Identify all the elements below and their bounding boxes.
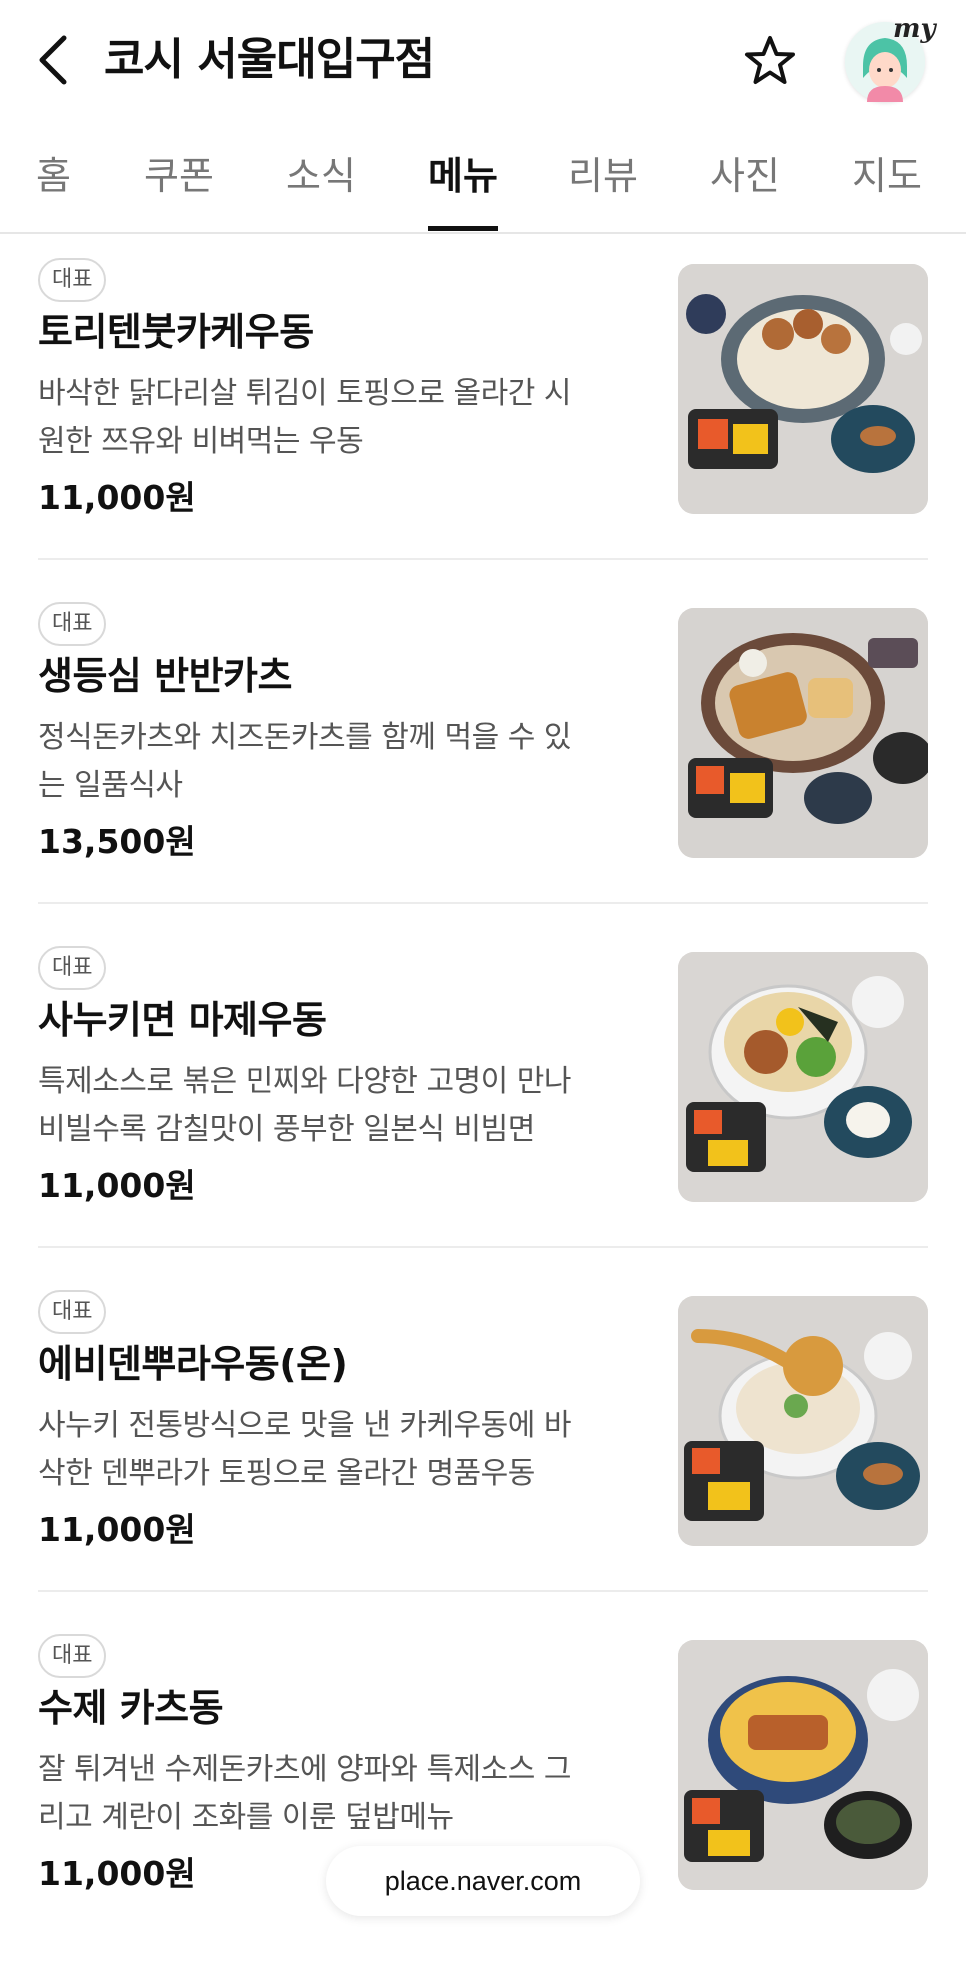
signature-badge: 대표 (38, 1634, 107, 1678)
menu-item[interactable]: 대표 사누키면 마제우동 특제소스로 볶은 민찌와 다양한 고명이 만나 비빌수록… (0, 946, 966, 1290)
menu-item-price: 11,000원 (38, 1510, 196, 1549)
star-icon[interactable] (740, 32, 800, 92)
tab-coupon[interactable]: 쿠폰 (144, 150, 214, 202)
tab-photo[interactable]: 사진 (710, 150, 780, 202)
tab-map[interactable]: 지도 (852, 150, 922, 202)
menu-item[interactable]: 대표 생등심 반반카츠 정식돈카츠와 치즈돈카츠를 함께 먹을 수 있는 일품식… (0, 602, 966, 946)
menu-item-name: 생등심 반반카츠 (38, 654, 292, 698)
menu-item-price: 11,000원 (38, 478, 196, 517)
tab-menu[interactable]: 메뉴 (428, 150, 498, 202)
menu-item-photo[interactable] (678, 1296, 928, 1546)
profile-avatar[interactable]: my (845, 14, 936, 102)
tab-news[interactable]: 소식 (286, 150, 356, 202)
menu-item-description: 잘 튀겨낸 수제돈카츠에 양파와 특제소스 그 리고 계란이 조화를 이룬 덮밥메… (38, 1752, 571, 1835)
signature-badge: 대표 (38, 946, 107, 990)
menu-item-description: 특제소스로 볶은 민찌와 다양한 고명이 만나 비빌수록 감칠맛이 풍부한 일본식… (38, 1064, 571, 1147)
tab-bar: 홈 쿠폰 소식 메뉴 리뷰 사진 지도 (0, 120, 966, 234)
menu-item-description: 바삭한 닭다리살 튀김이 토핑으로 올라간 시 원한 쯔유와 비벼먹는 우동 (38, 376, 571, 459)
menu-item-name: 에비덴뿌라우동(온) (38, 1342, 348, 1386)
menu-item-name: 수제 카츠동 (38, 1686, 224, 1730)
menu-item-photo[interactable] (678, 1640, 928, 1890)
page-title: 코시 서울대입구점 (104, 34, 435, 85)
signature-badge: 대표 (38, 602, 107, 646)
menu-item-description: 사누키 전통방식으로 맛을 낸 카케우동에 바 삭한 덴뿌라가 토핑으로 올라간 … (38, 1408, 571, 1491)
divider (38, 1590, 928, 1592)
url-pill[interactable]: place.naver.com (326, 1846, 640, 1916)
menu-item-price: 11,000원 (38, 1166, 196, 1205)
signature-badge: 대표 (38, 258, 107, 302)
menu-item-photo[interactable] (678, 264, 928, 514)
active-tab-indicator (428, 226, 498, 231)
menu-item-name: 토리텐붓카케우동 (38, 310, 314, 354)
divider (38, 902, 928, 904)
menu-item-description: 정식돈카츠와 치즈돈카츠를 함께 먹을 수 있는 일품식사 (38, 720, 571, 803)
menu-item-price: 11,000원 (38, 1854, 196, 1893)
menu-item-name: 사누키면 마제우동 (38, 998, 327, 1042)
menu-item[interactable]: 대표 에비덴뿌라우동(온) 사누키 전통방식으로 맛을 낸 카케우동에 바 삭한 … (0, 1290, 966, 1634)
menu-item-photo[interactable] (678, 608, 928, 858)
tab-home[interactable]: 홈 (36, 150, 71, 202)
menu-item-price: 13,500원 (38, 822, 196, 861)
divider (38, 1246, 928, 1248)
menu-item[interactable]: 대표 수제 카츠동 잘 튀겨낸 수제돈카츠에 양파와 특제소스 그 리고 계란이 … (0, 1634, 966, 1978)
chevron-left-icon[interactable] (32, 32, 80, 88)
tab-review[interactable]: 리뷰 (568, 150, 638, 202)
menu-item-photo[interactable] (678, 952, 928, 1202)
profile-label: my (893, 14, 936, 44)
app-header: 코시 서울대입구점 my (0, 0, 966, 120)
signature-badge: 대표 (38, 1290, 107, 1334)
menu-item[interactable]: 대표 토리텐붓카케우동 바삭한 닭다리살 튀김이 토핑으로 올라간 시 원한 쯔유… (0, 258, 966, 602)
divider (38, 558, 928, 560)
